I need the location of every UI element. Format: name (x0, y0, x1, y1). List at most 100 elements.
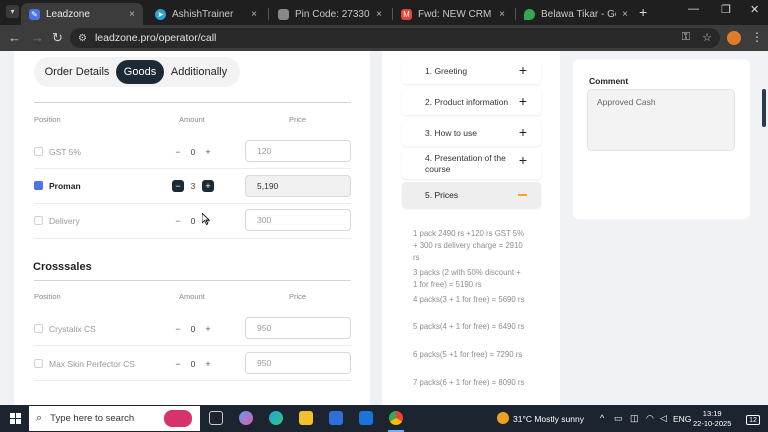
column-header-amount: Amount (179, 292, 205, 301)
language-indicator[interactable]: ENG (673, 414, 691, 424)
price-input-max-skin[interactable]: 950 (245, 352, 351, 374)
row-divider (34, 203, 351, 204)
row-divider (34, 168, 351, 169)
weather-sun-icon[interactable] (497, 412, 509, 424)
back-arrow-icon[interactable]: ← (8, 30, 21, 45)
maximize-window-button[interactable]: ❐ (721, 3, 731, 16)
row-checkbox-crystalix[interactable] (34, 324, 43, 333)
reload-icon[interactable]: ↻ (52, 30, 63, 46)
weather-text[interactable]: 31°C Mostly sunny (513, 414, 584, 424)
microsoft-store-icon[interactable] (329, 411, 343, 425)
row-checkbox-proman[interactable] (34, 181, 43, 190)
windows-start-icon[interactable] (10, 413, 21, 424)
outlook-mail-icon[interactable] (359, 411, 373, 425)
accordion-presentation[interactable]: 4. Presentation of the course + (402, 149, 541, 179)
row-checkbox-delivery[interactable] (34, 216, 43, 225)
comment-textarea[interactable]: Approved Cash (587, 89, 735, 151)
row-checkbox-gst[interactable] (34, 147, 43, 156)
quantity-value: 3 (190, 180, 196, 191)
expand-plus-icon: + (518, 152, 527, 168)
close-tab-icon[interactable]: × (129, 9, 135, 20)
wifi-icon[interactable]: ◠ (646, 413, 654, 424)
accordion-label: 3. How to use (425, 128, 477, 138)
column-header-price: Price (289, 115, 307, 124)
show-hidden-icons-chevron-icon[interactable]: ^ (600, 413, 604, 423)
chrome-browser-icon[interactable] (389, 411, 403, 425)
volume-icon[interactable]: ◁ (660, 413, 667, 424)
browser-tab-ashishtrainer[interactable]: ➤ AshishTrainer × (147, 3, 265, 25)
taskbar-search-box[interactable]: ⌕ Type here to search (29, 406, 200, 431)
browser-menu-icon[interactable]: ⋮ (751, 30, 763, 44)
notification-center-badge[interactable]: 12 (746, 415, 760, 425)
copilot-icon[interactable] (239, 411, 253, 425)
accordion-prices[interactable]: 5. Prices (402, 182, 541, 208)
quantity-stepper-max-skin: − 0 + (172, 357, 214, 370)
price-input-gst[interactable]: 120 (245, 140, 351, 162)
close-tab-icon[interactable]: × (499, 9, 505, 20)
gmail-favicon-icon: M (401, 8, 412, 20)
site-info-icon[interactable]: ⚙ (78, 33, 87, 44)
accordion-greeting[interactable]: 1. Greeting + (402, 58, 541, 84)
decrement-button[interactable]: − (172, 146, 184, 158)
quantity-value: 0 (190, 323, 196, 334)
page-scrollbar[interactable] (762, 89, 766, 127)
increment-button[interactable]: + (201, 179, 214, 192)
section-divider (34, 102, 351, 103)
row-divider (34, 238, 351, 239)
minimize-window-button[interactable]: — (688, 3, 699, 15)
tab-goods[interactable]: Goods (116, 60, 164, 84)
increment-button[interactable]: + (202, 146, 214, 158)
bookmark-star-icon[interactable]: ☆ (702, 31, 712, 44)
decrement-button[interactable]: − (172, 358, 184, 370)
tab-separator (268, 8, 269, 20)
tab-order-details[interactable]: Order Details (42, 60, 112, 84)
edge-browser-icon[interactable] (269, 411, 283, 425)
close-tab-icon[interactable]: × (622, 9, 628, 20)
column-header-position: Position (34, 292, 61, 301)
decrement-button[interactable]: − (172, 215, 184, 227)
price-input-crystalix[interactable]: 950 (245, 317, 351, 339)
close-window-button[interactable]: ✕ (750, 3, 759, 16)
accordion-label: 5. Prices (425, 190, 459, 200)
browser-tab-pincode[interactable]: Pin Code: 273305, List of × (270, 3, 390, 25)
maps-pin-icon (524, 8, 535, 20)
file-explorer-icon[interactable] (299, 411, 313, 425)
accordion-product-information[interactable]: 2. Product information + (402, 89, 541, 115)
windows-taskbar: ⌕ Type here to search 31°C Mostly sunny … (0, 405, 768, 432)
tab-additionally[interactable]: Additionally (168, 60, 230, 84)
browser-tab-leadzone[interactable]: ✎ Leadzone × (21, 3, 143, 25)
quantity-stepper-gst: − 0 + (172, 145, 214, 158)
quantity-stepper-proman: − 3 + (172, 179, 214, 192)
profile-avatar[interactable] (727, 31, 741, 45)
taskbar-clock[interactable]: 13:19 22-10-2025 (693, 409, 731, 429)
address-bar[interactable]: ⚙ leadzone.pro/operator/call ⚿ ☆ (70, 28, 720, 48)
battery-icon[interactable]: ▭ (614, 413, 623, 424)
increment-button[interactable]: + (202, 358, 214, 370)
tab-search-icon[interactable]: ▾ (6, 5, 19, 18)
page-content: Order Details Goods Additionally Positio… (0, 51, 768, 405)
browser-tab-gmail[interactable]: M Fwd: NEW CRM ID - krati × (393, 3, 513, 25)
accordion-how-to-use[interactable]: 3. How to use + (402, 120, 541, 146)
price-line: 7 packs(6 + 1 for free) = 8090 rs (413, 378, 525, 387)
browser-tab-bar: ▾ ✎ Leadzone × ➤ AshishTrainer × Pin Cod… (0, 0, 768, 25)
price-line: 4 packs(3 + 1 for free) = 5690 rs (413, 295, 525, 304)
price-line: 5 packs(4 + 1 for free) = 6490 rs (413, 322, 525, 331)
price-input-proman[interactable]: 5,190 (245, 175, 351, 197)
row-checkbox-max-skin[interactable] (34, 359, 43, 368)
telegram-favicon-icon: ➤ (155, 8, 166, 20)
increment-button[interactable]: + (202, 323, 214, 335)
task-view-icon[interactable] (209, 411, 223, 425)
browser-tab-maps[interactable]: Belawa Tikar - Google M × (516, 3, 636, 25)
price-line: 3 packs (2 with 50% discount + 1 for fre… (413, 268, 521, 289)
decrement-button[interactable]: − (172, 323, 184, 335)
new-tab-button[interactable]: + (639, 4, 647, 20)
column-header-amount: Amount (179, 115, 205, 124)
password-key-icon[interactable]: ⚿ (682, 31, 690, 44)
close-tab-icon[interactable]: × (251, 9, 257, 20)
forward-arrow-icon[interactable]: → (31, 30, 44, 45)
network-icon[interactable]: ◫ (630, 413, 639, 424)
order-tabs: Order Details Goods Additionally (34, 57, 240, 87)
decrement-button[interactable]: − (172, 179, 184, 192)
close-tab-icon[interactable]: × (376, 9, 382, 20)
price-input-delivery[interactable]: 300 (245, 209, 351, 231)
